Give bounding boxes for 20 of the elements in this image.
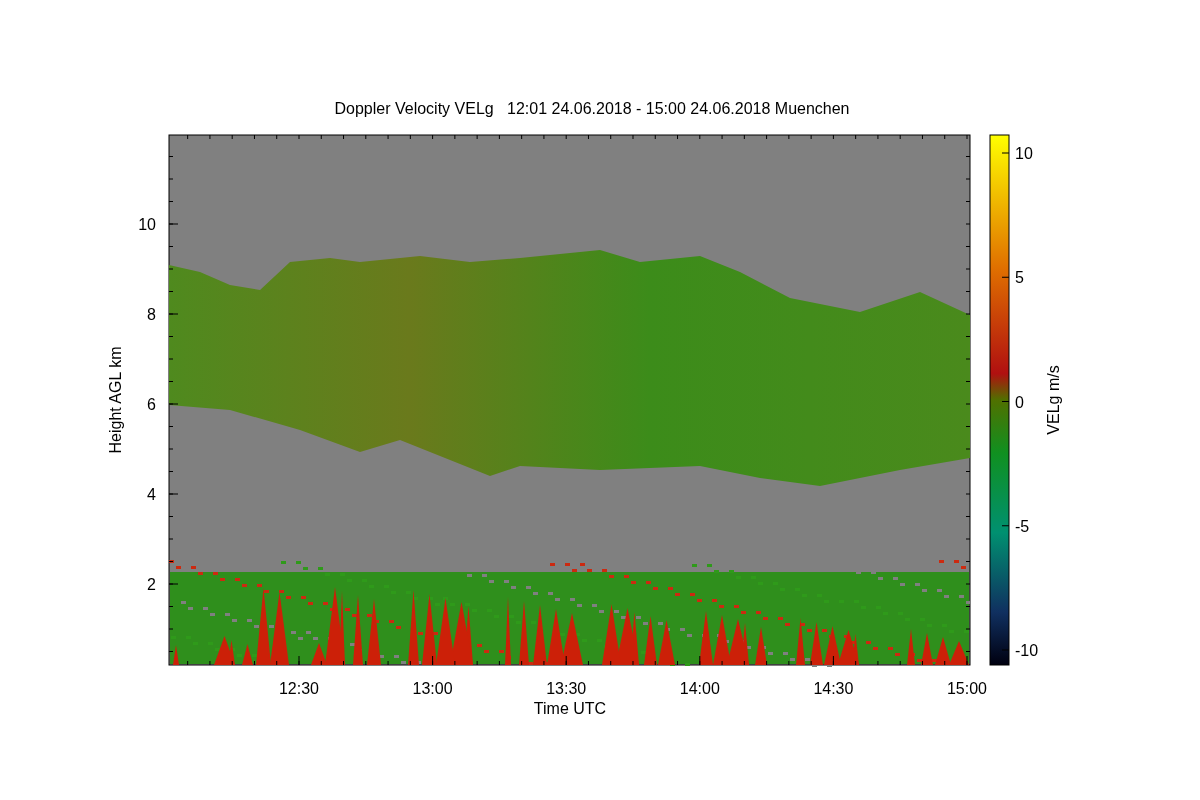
- colorbar-tick-label: -10: [1015, 642, 1039, 659]
- x-tick-label: 13:30: [546, 680, 587, 697]
- y-tick-label: 4: [147, 486, 156, 503]
- x-tick-label: 12:30: [279, 680, 319, 697]
- y-tick-label: 8: [147, 306, 156, 323]
- chart-title: Doppler Velocity VELg 12:01 24.06.2018 - 15:00 24.06.2018 Muenchen: [334, 100, 850, 117]
- colorbar-tick-label: 0: [1015, 393, 1024, 411]
- colorbar-tick-label: 10: [1015, 145, 1033, 162]
- x-tick-label: 14:00: [679, 680, 720, 697]
- y-tick-label: 10: [138, 216, 156, 233]
- x-tick-label: 15:00: [947, 680, 987, 697]
- y-tick-label: 6: [147, 396, 156, 413]
- x-axis-label: Time UTC: [533, 700, 607, 717]
- colorbar-tick-label: 5: [1015, 269, 1024, 287]
- colorbar-label: VELg m/s: [1045, 365, 1062, 435]
- y-axis-label: Height AGL km: [107, 346, 124, 454]
- x-tick-label: 14:30: [813, 680, 854, 697]
- x-tick-label: 13:00: [412, 680, 453, 697]
- colorbar-tick-label: -5: [1015, 517, 1030, 535]
- y-tick-label: 2: [147, 576, 156, 593]
